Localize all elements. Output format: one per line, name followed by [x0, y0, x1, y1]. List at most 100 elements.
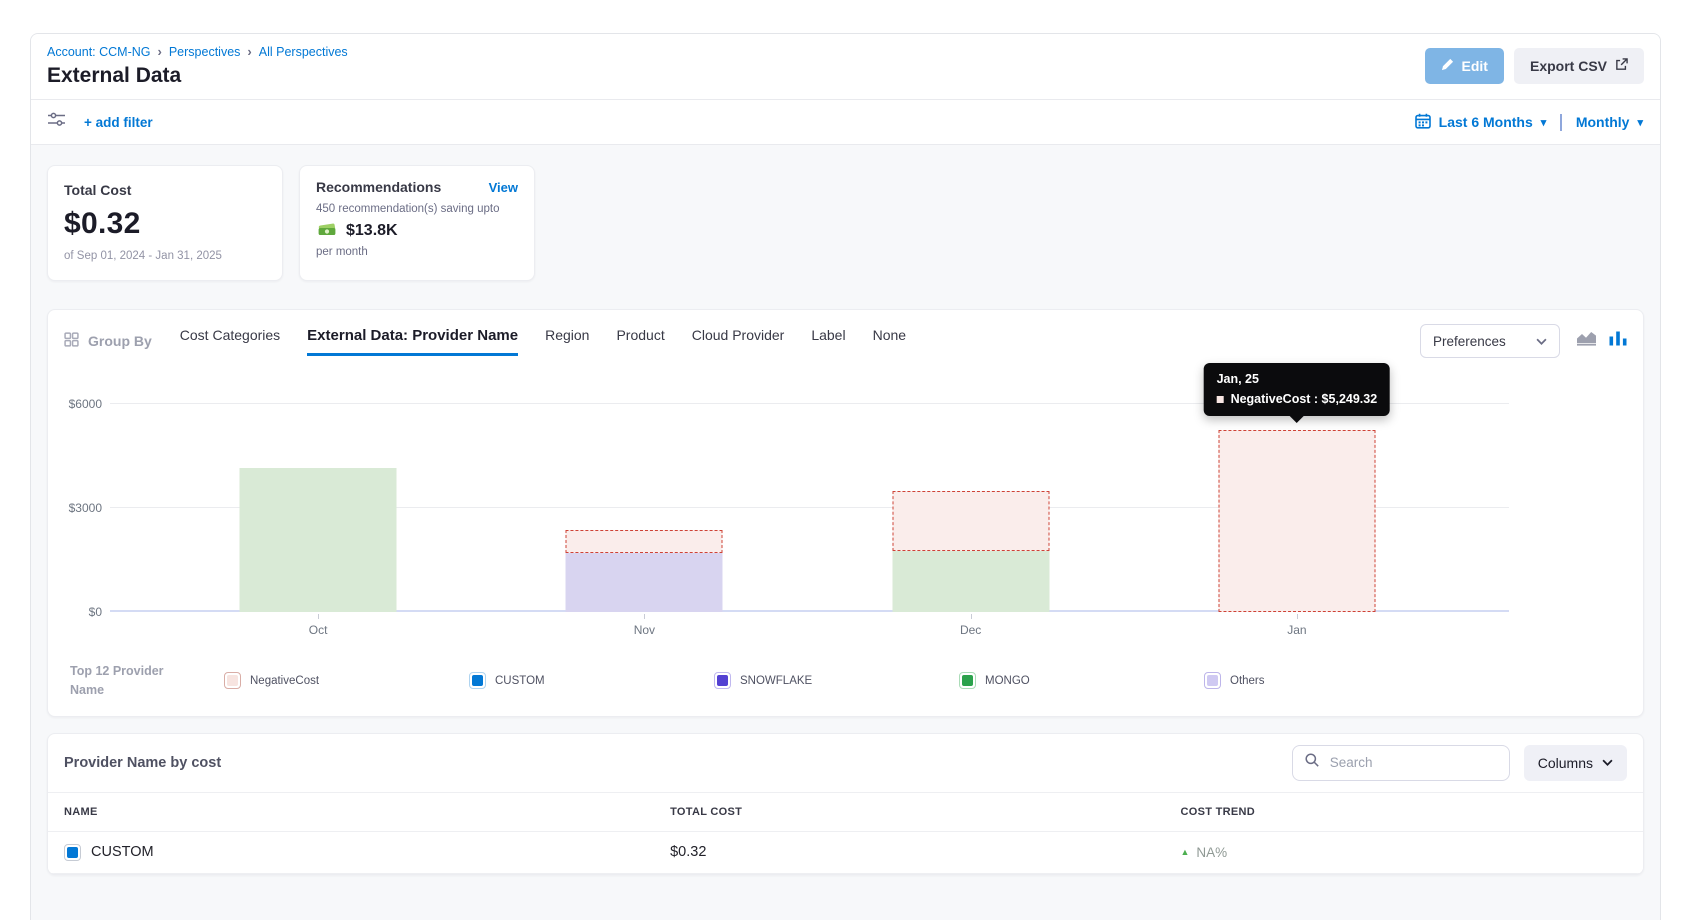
grid-icon — [64, 332, 79, 350]
tooltip-series-swatch — [1217, 396, 1224, 403]
recommendations-view-link[interactable]: View — [489, 180, 518, 195]
legend-item-custom[interactable]: CUSTOM — [469, 672, 714, 689]
x-axis-tick — [971, 614, 972, 619]
tab-none[interactable]: None — [873, 327, 906, 355]
external-link-icon — [1615, 58, 1628, 74]
legend-item-negativecost[interactable]: NegativeCost — [224, 672, 469, 689]
breadcrumb-link-account-ccm-ng[interactable]: Account: CCM-NG — [47, 45, 151, 59]
y-axis-tick-label: $3000 — [64, 501, 102, 515]
summary-cards-row: Total Cost $0.32 of Sep 01, 2024 - Jan 3… — [47, 165, 1644, 281]
breadcrumb-separator-icon: › — [158, 44, 162, 59]
chevron-down-icon — [1602, 759, 1613, 766]
breadcrumb-link-perspectives[interactable]: Perspectives — [169, 45, 241, 59]
date-range-dropdown[interactable]: Last 6 Months — [1439, 114, 1533, 130]
table-header-row: Provider Name by cost Columns — [48, 734, 1643, 792]
granularity-dropdown[interactable]: Monthly — [1576, 114, 1630, 130]
trend-value: NA% — [1196, 845, 1227, 860]
area-chart-icon[interactable] — [1576, 331, 1597, 351]
perspective-panel: Account: CCM-NG›Perspectives›All Perspec… — [30, 33, 1661, 920]
column-header-name[interactable]: NAME — [48, 792, 654, 831]
trend-up-icon: ▲ — [1180, 847, 1189, 857]
chart-toolbar-right: Preferences — [1420, 324, 1627, 358]
chart-category-slot-nov: Nov — [481, 404, 807, 612]
legend-item-snowflake[interactable]: SNOWFLAKE — [714, 672, 959, 689]
tab-region[interactable]: Region — [545, 327, 589, 355]
search-input[interactable] — [1328, 754, 1497, 771]
chart-category-slot-oct: Oct — [155, 404, 481, 612]
name-cell-content: CUSTOM — [64, 844, 638, 861]
preferences-dropdown[interactable]: Preferences — [1420, 324, 1560, 358]
column-header-total-cost[interactable]: TOTAL COST — [654, 792, 1164, 831]
legend-label-custom: CUSTOM — [495, 675, 545, 687]
legend-label-mongo: MONGO — [985, 675, 1030, 687]
chart-slots: OctNovDecJanJan, 25NegativeCost : $5,249… — [155, 404, 1460, 612]
x-axis-label-jan: Jan — [1134, 623, 1460, 637]
tab-external-data-provider-name[interactable]: External Data: Provider Name — [307, 327, 518, 356]
bar-segment-negativecost[interactable] — [892, 491, 1049, 551]
legend-item-others[interactable]: Others — [1204, 672, 1449, 689]
bar-nov[interactable] — [566, 530, 723, 612]
x-axis-tick — [318, 614, 319, 619]
bar-oct[interactable] — [240, 468, 397, 612]
y-axis-tick-label: $6000 — [64, 397, 102, 411]
trend-cell-content: ▲ NA% — [1180, 845, 1627, 860]
table-row-custom[interactable]: CUSTOM $0.32 ▲ NA% — [48, 831, 1643, 873]
chart-card: Group By Cost CategoriesExternal Data: P… — [47, 309, 1644, 717]
tooltip-series-row: NegativeCost : $5,249.32 — [1217, 392, 1378, 406]
row-swatch-custom — [64, 844, 81, 861]
bar-segment-mongo[interactable] — [892, 551, 1049, 612]
chevron-down-icon[interactable]: ▾ — [1637, 116, 1643, 129]
filter-bar: + add filter Last 6 Months ▾ Monthly ▾ — [31, 100, 1660, 145]
total-cost-label: Total Cost — [64, 182, 266, 198]
export-csv-label: Export CSV — [1530, 58, 1607, 74]
columns-button[interactable]: Columns — [1524, 745, 1627, 781]
chevron-down-icon — [1536, 338, 1547, 345]
bar-segment-mongo[interactable] — [240, 468, 397, 612]
export-csv-button[interactable]: Export CSV — [1514, 48, 1644, 84]
tab-cloud-provider[interactable]: Cloud Provider — [692, 327, 785, 355]
tooltip-series-value: NegativeCost : $5,249.32 — [1231, 392, 1378, 406]
row-name-label: CUSTOM — [91, 844, 154, 860]
edit-button-label: Edit — [1462, 58, 1488, 74]
filter-sliders-icon[interactable] — [48, 112, 65, 132]
total-cost-cell: $0.32 — [654, 831, 1164, 873]
table-head-row: NAMETOTAL COSTCOST TREND — [48, 792, 1643, 831]
content-area: Total Cost $0.32 of Sep 01, 2024 - Jan 3… — [31, 145, 1660, 920]
column-header-cost-trend[interactable]: COST TREND — [1164, 792, 1643, 831]
total-cost-period: of Sep 01, 2024 - Jan 31, 2025 — [64, 250, 266, 262]
tab-label[interactable]: Label — [811, 327, 845, 355]
recommendations-amount: $13.8K — [346, 222, 398, 240]
page-header-left: Account: CCM-NG›Perspectives›All Perspec… — [47, 44, 348, 88]
bar-segment-snowflake[interactable] — [566, 553, 723, 612]
pencil-icon — [1441, 58, 1454, 74]
breadcrumb-link-all-perspectives[interactable]: All Perspectives — [259, 45, 348, 59]
legend-swatch-mongo — [959, 672, 976, 689]
bar-dec[interactable] — [892, 491, 1049, 612]
x-axis-label-nov: Nov — [481, 623, 807, 637]
bar-segment-negativecost[interactable] — [1218, 430, 1375, 612]
chevron-down-icon[interactable]: ▾ — [1541, 116, 1547, 129]
calendar-icon — [1415, 113, 1431, 132]
preferences-label: Preferences — [1433, 334, 1506, 349]
name-cell: CUSTOM — [48, 831, 654, 873]
tab-cost-categories[interactable]: Cost Categories — [180, 327, 280, 355]
legend-swatch-others — [1204, 672, 1221, 689]
y-axis-tick-label: $0 — [64, 605, 102, 619]
x-axis-tick — [644, 614, 645, 619]
recommendations-line2: per month — [316, 246, 518, 258]
legend-item-mongo[interactable]: MONGO — [959, 672, 1204, 689]
breadcrumb: Account: CCM-NG›Perspectives›All Perspec… — [47, 44, 348, 59]
tab-product[interactable]: Product — [616, 327, 664, 355]
page-header: Account: CCM-NG›Perspectives›All Perspec… — [31, 34, 1660, 100]
x-axis-tick — [1297, 614, 1298, 619]
cash-icon — [316, 220, 338, 241]
bar-segment-negativecost[interactable] — [566, 530, 723, 553]
add-filter-button[interactable]: + add filter — [84, 115, 153, 130]
table-title: Provider Name by cost — [64, 755, 221, 771]
chart-toolbar: Group By Cost CategoriesExternal Data: P… — [64, 324, 1627, 358]
chart-legend: Top 12 Provider Name NegativeCostCUSTOMS… — [64, 662, 1627, 700]
edit-button[interactable]: Edit — [1425, 48, 1504, 84]
bar-jan[interactable] — [1218, 430, 1375, 612]
bar-chart-icon[interactable] — [1609, 331, 1627, 351]
chart-category-slot-jan: JanJan, 25NegativeCost : $5,249.32 — [1134, 404, 1460, 612]
